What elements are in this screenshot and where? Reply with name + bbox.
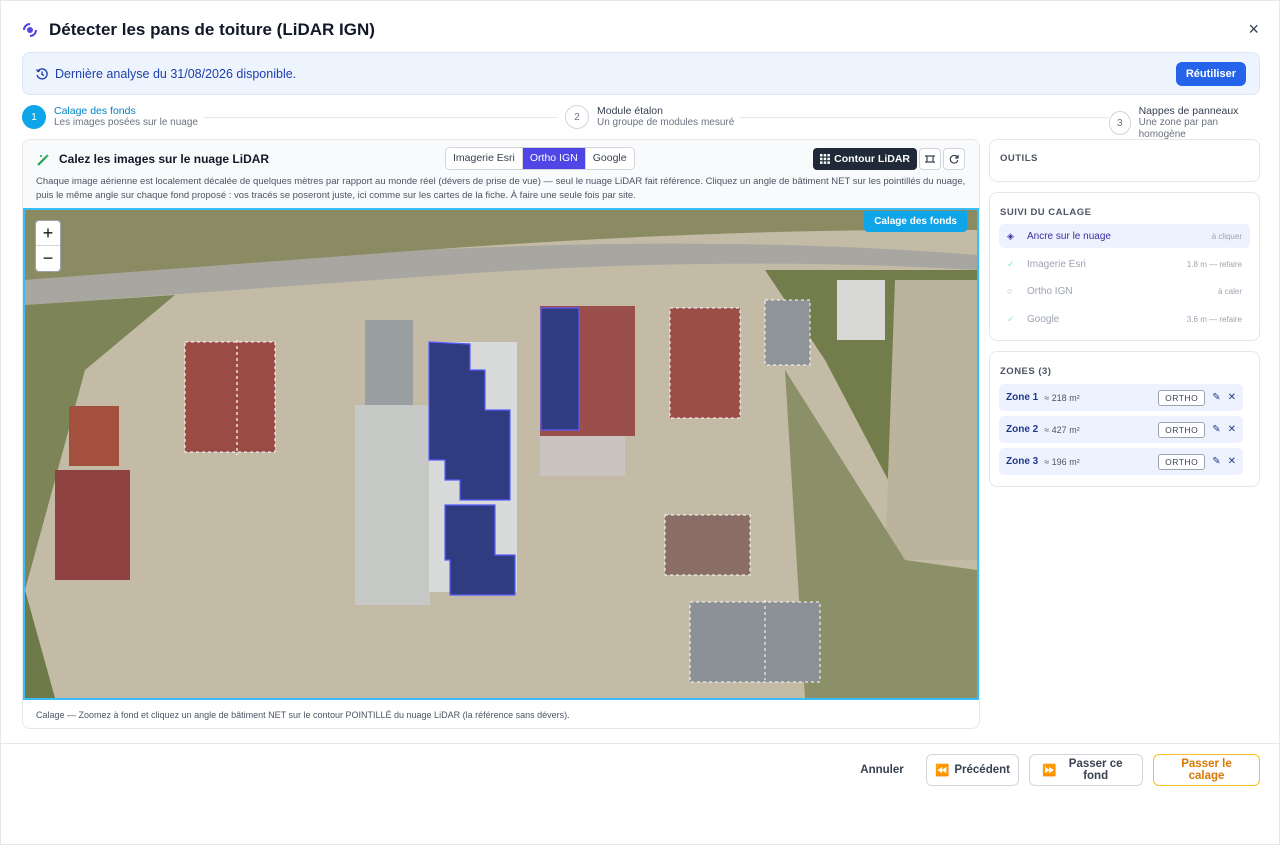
zone-row[interactable]: Zone 2 ≈ 427 m² ORTHO ✎ ✕ [999, 416, 1243, 443]
step-title: Nappes de panneaux [1138, 105, 1239, 117]
previous-button[interactable]: ⏪ Précédent [926, 754, 1019, 786]
pencil-icon[interactable]: ✎ [1212, 456, 1220, 467]
pencil-icon[interactable]: ✎ [1212, 392, 1220, 403]
magic-wand-icon [37, 153, 49, 166]
source-google-button[interactable]: Google [585, 148, 634, 169]
tracking-panel: SUIVI DU CALAGE ◈ Ancre sur le nuage à c… [989, 192, 1260, 341]
source-esri-button[interactable]: Imagerie Esri [446, 148, 523, 169]
refresh-icon [949, 154, 959, 164]
zones-title: ZONES (3) [1000, 366, 1052, 377]
grid-icon [820, 154, 831, 164]
step-3[interactable]: 3 Nappes de panneaux Une zone par pan ho… [1109, 105, 1260, 141]
aerial-map[interactable]: + − Calage des fonds [23, 208, 979, 700]
tracking-title: SUIVI DU CALAGE [1000, 207, 1092, 218]
zone-source-badge[interactable]: ORTHO [1158, 389, 1206, 406]
dialog-header: Détecter les pans de toiture (LiDAR IGN) [21, 17, 375, 43]
step-title: Calage des fonds [54, 105, 136, 117]
previous-label: Précédent [954, 764, 1010, 776]
last-analysis-banner: Dernière analyse du 31/08/2026 disponibl… [22, 52, 1260, 95]
close-icon[interactable]: ✕ [1228, 392, 1236, 403]
calage-card: Calez les images sur le nuage LiDAR Imag… [22, 139, 980, 729]
skip-label: Passer ce fond [1068, 758, 1123, 782]
card-description: Chaque image aérienne est localement déc… [36, 176, 966, 201]
contour-lidar-button[interactable]: Contour LiDAR [813, 148, 917, 170]
aerial-imagery [25, 210, 977, 698]
step-number: 2 [565, 105, 589, 129]
tracking-item-label: Ancre sur le nuage [1027, 230, 1111, 242]
tracking-item-esri[interactable]: ✓ Imagerie Esri 1.8 m — refaire [999, 252, 1250, 276]
banner-text: Dernière analyse du 31/08/2026 disponibl… [55, 66, 297, 81]
tracking-item-status: à cliquer [1211, 231, 1242, 241]
zone-source-badge[interactable]: ORTHO [1158, 453, 1206, 470]
step-subtitle: Une zone par pan homogène [1138, 117, 1219, 140]
circle-icon: ○ [1007, 286, 1013, 296]
tracking-item-status: à caler [1217, 286, 1242, 296]
zone-name: Zone 2 [1006, 424, 1039, 435]
crop-icon [925, 155, 935, 163]
zone-area: ≈ 427 m² [1044, 424, 1080, 435]
check-icon: ✓ [1007, 258, 1015, 269]
footer-divider [1, 743, 1279, 744]
step-connector [734, 117, 1110, 118]
tracking-item-anchor[interactable]: ◈ Ancre sur le nuage à cliquer [999, 224, 1250, 248]
zoom-out-button[interactable]: − [36, 246, 60, 271]
card-title-row: Calez les images sur le nuage LiDAR [37, 152, 269, 166]
rewind-icon: ⏪ [935, 765, 950, 777]
step-subtitle: Les images posées sur le nuage [54, 117, 198, 128]
zone-name: Zone 1 [1006, 392, 1039, 403]
zoom-control: + − [35, 220, 61, 272]
pencil-icon[interactable]: ✎ [1212, 424, 1220, 435]
zone-source-badge[interactable]: ORTHO [1158, 421, 1206, 438]
zoom-in-button[interactable]: + [36, 221, 60, 246]
tracking-item-label: Google [1027, 313, 1060, 325]
map-mode-badge: Calage des fonds [864, 211, 967, 232]
dialog: Détecter les pans de toiture (LiDAR IGN)… [0, 0, 1280, 845]
close-icon[interactable]: ✕ [1228, 424, 1236, 435]
tracking-item-label: Imagerie Esri [1027, 258, 1086, 270]
zone-row[interactable]: Zone 1 ≈ 218 m² ORTHO ✎ ✕ [999, 384, 1243, 411]
close-icon[interactable]: × [1248, 19, 1259, 39]
zone-row[interactable]: Zone 3 ≈ 196 m² ORTHO ✎ ✕ [999, 448, 1243, 475]
fit-bounds-button[interactable] [919, 148, 941, 170]
tracking-item-status: 1.8 m — refaire [1186, 259, 1242, 269]
check-icon: ✓ [1007, 313, 1015, 324]
tracking-item-label: Ortho IGN [1027, 285, 1073, 297]
skip-background-button[interactable]: ⏩ Passer ce fond [1029, 754, 1143, 786]
step-connector [190, 117, 558, 118]
zones-panel: ZONES (3) Zone 1 ≈ 218 m² ORTHO ✎ ✕ Zone… [989, 351, 1260, 487]
zone-area: ≈ 218 m² [1044, 392, 1080, 403]
step-subtitle: Un groupe de modules mesuré [597, 117, 735, 128]
skip-calage-button[interactable]: Passer le calage [1153, 754, 1260, 786]
contour-lidar-label: Contour LiDAR [834, 153, 910, 165]
close-icon[interactable]: ✕ [1228, 456, 1236, 467]
target-icon: ◈ [1007, 230, 1014, 241]
source-ortho-ign-button[interactable]: Ortho IGN [522, 148, 586, 169]
map-hint: Calage — Zoomez à fond et cliquez un ang… [36, 710, 570, 720]
tools-panel: OUTILS [989, 139, 1260, 182]
fast-forward-icon: ⏩ [1042, 765, 1057, 777]
tracking-item-google[interactable]: ✓ Google 3.6 m — refaire [999, 307, 1250, 331]
reuse-button[interactable]: Réutiliser [1175, 62, 1246, 86]
stepper: 1 Calage des fonds Les images posées sur… [22, 105, 1260, 141]
zone-area: ≈ 196 m² [1044, 456, 1080, 467]
card-title: Calez les images sur le nuage LiDAR [59, 152, 270, 166]
card-header: Calez les images sur le nuage LiDAR Imag… [23, 140, 979, 210]
zone-name: Zone 3 [1006, 456, 1039, 467]
step-number: 1 [22, 105, 46, 129]
tools-title: OUTILS [1000, 153, 1038, 164]
satellite-icon [23, 23, 37, 37]
step-number: 3 [1109, 111, 1131, 135]
step-title: Module étalon [597, 105, 663, 117]
dialog-title: Détecter les pans de toiture (LiDAR IGN) [49, 20, 375, 39]
cancel-button[interactable]: Annuler [851, 754, 913, 786]
map-tools: Contour LiDAR [811, 148, 965, 170]
tracking-item-ortho[interactable]: ○ Ortho IGN à caler [999, 279, 1250, 303]
step-2[interactable]: 2 Module étalon Un groupe de modules mes… [565, 105, 741, 129]
refresh-button[interactable] [943, 148, 965, 170]
history-icon [35, 67, 48, 80]
step-1[interactable]: 1 Calage des fonds Les images posées sur… [22, 105, 204, 129]
tracking-item-status: 3.6 m — refaire [1186, 314, 1242, 324]
source-selector: Imagerie Esri Ortho IGN Google [445, 147, 635, 170]
